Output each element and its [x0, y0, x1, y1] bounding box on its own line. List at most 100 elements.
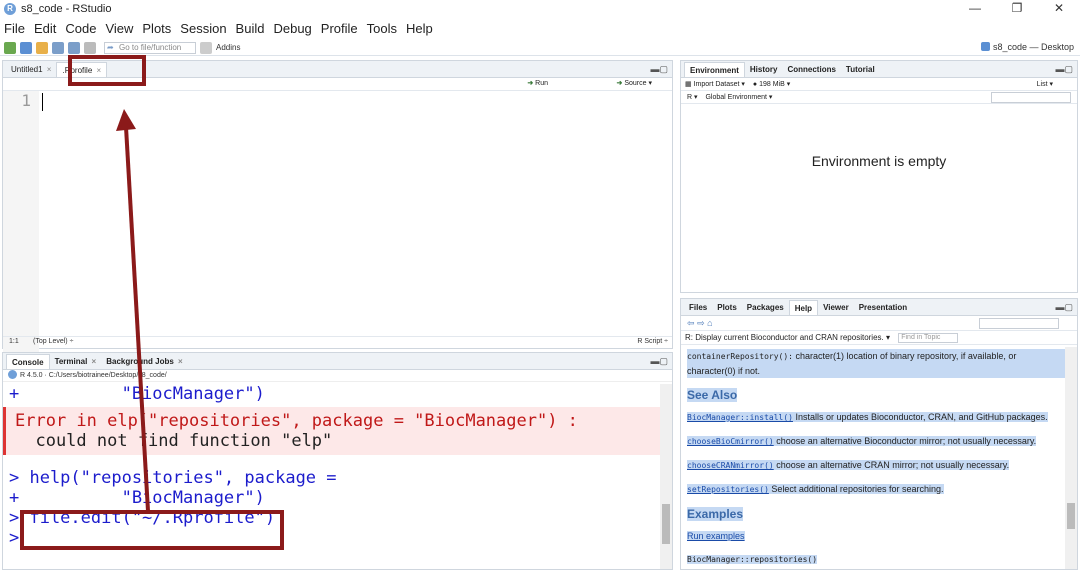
import-dataset-button[interactable]: ▦ Import Dataset ▾: [685, 81, 745, 88]
menu-edit[interactable]: Edit: [34, 21, 56, 36]
see-also-heading: See Also: [687, 388, 1065, 402]
close-icon[interactable]: ✕: [1038, 0, 1080, 17]
back-icon[interactable]: ⇦: [687, 318, 695, 328]
import-dataset-label: Import Dataset: [693, 81, 740, 88]
scrollbar-thumb[interactable]: [1067, 503, 1075, 529]
tab-console[interactable]: Console: [6, 354, 50, 369]
menu-profile[interactable]: Profile: [321, 21, 358, 36]
project-label: s8_code — Desktop: [992, 42, 1074, 52]
tab-plots[interactable]: Plots: [712, 300, 742, 315]
pane-minmax-icon[interactable]: ▬▢: [1055, 302, 1073, 313]
help-topic-title[interactable]: R: Display current Bioconductor and CRAN…: [685, 333, 884, 342]
scope-label: Global Environment: [705, 94, 767, 101]
scope-selector[interactable]: Global Environment ▾: [705, 94, 772, 101]
goto-file-input[interactable]: Go to file/function: [104, 41, 196, 54]
help-intro-code: containerRepository():: [687, 352, 793, 361]
workspace-panes-icon[interactable]: [200, 41, 212, 54]
save-icon[interactable]: [52, 41, 64, 54]
menu-session[interactable]: Session: [180, 21, 226, 36]
tab-help[interactable]: Help: [788, 300, 819, 315]
help-search-input[interactable]: [979, 318, 1059, 329]
list-view-button[interactable]: List ▾: [1037, 78, 1053, 91]
menu-debug[interactable]: Debug: [273, 21, 311, 36]
help-link[interactable]: chooseBioCmirror(): [687, 437, 774, 446]
language-selector[interactable]: R ▾: [687, 94, 698, 101]
help-link[interactable]: setRepositories(): [687, 485, 769, 494]
tab-environment[interactable]: Environment: [684, 62, 745, 77]
help-toolbar: ⇦ ⇨ ⌂: [681, 316, 1077, 331]
tab-terminal[interactable]: Terminal ×: [50, 354, 102, 369]
help-intro: containerRepository(): character(1) loca…: [687, 349, 1065, 378]
menu-plots[interactable]: Plots: [142, 21, 171, 36]
tab-files[interactable]: Files: [684, 300, 712, 315]
restore-icon[interactable]: ❐: [996, 0, 1038, 17]
tab-background-jobs[interactable]: Background Jobs ×: [101, 354, 187, 369]
menu-file[interactable]: File: [4, 21, 25, 36]
tab-packages[interactable]: Packages: [742, 300, 789, 315]
tab-untitled1-label: Untitled1: [11, 65, 43, 74]
home-icon[interactable]: ⌂: [707, 318, 712, 328]
tab-history[interactable]: History: [745, 62, 783, 77]
new-file-icon[interactable]: [4, 41, 16, 54]
tab-viewer[interactable]: Viewer: [818, 300, 854, 315]
cursor-position: 1:1: [9, 338, 19, 345]
scrollbar-thumb[interactable]: [662, 504, 670, 544]
run-button[interactable]: ➜ Run: [527, 79, 548, 87]
help-item-text: choose an alternative Bioconductor mirro…: [773, 436, 1037, 446]
project-icon: [980, 42, 990, 51]
help-link[interactable]: chooseCRANmirror(): [687, 461, 774, 470]
help-item-text: choose an alternative CRAN mirror; not u…: [773, 460, 1010, 470]
help-item-text: Installs or updates Bioconductor, CRAN, …: [792, 412, 1048, 422]
open-file-icon[interactable]: [36, 41, 48, 54]
console-scrollbar[interactable]: [660, 384, 672, 569]
help-list-item: BiocManager::repositories(): [687, 552, 1065, 567]
line-number: 1: [21, 91, 31, 110]
rstudio-logo-icon: R: [4, 2, 16, 15]
close-tab-icon[interactable]: ×: [176, 357, 183, 366]
tab-connections[interactable]: Connections: [782, 62, 840, 77]
console-line: + "BiocManager"): [9, 488, 265, 508]
highlight-box-rprofile-tab: [68, 55, 146, 86]
highlight-box-file-edit: [20, 510, 284, 550]
run-examples-link[interactable]: Run examples: [687, 531, 745, 541]
menu-code[interactable]: Code: [65, 21, 96, 36]
line-gutter: 1: [3, 91, 39, 394]
scope-selector[interactable]: (Top Level) ÷: [33, 338, 73, 345]
addins-menu[interactable]: Addins: [216, 43, 240, 52]
close-tab-icon[interactable]: ×: [89, 357, 97, 366]
minimize-icon[interactable]: —: [954, 0, 996, 17]
error-line: could not find function "elp": [15, 431, 333, 451]
console-tabs: Console Terminal × Background Jobs × ▬▢: [3, 353, 672, 370]
print-icon[interactable]: [84, 41, 96, 54]
memory-usage-label: 198 MiB: [759, 81, 785, 88]
tab-tutorial[interactable]: Tutorial: [841, 62, 880, 77]
help-link[interactable]: BiocManager::install(): [687, 413, 793, 422]
file-type-selector[interactable]: R Script ÷: [637, 338, 668, 345]
help-list-item: chooseCRANmirror() choose an alternative…: [687, 458, 1065, 473]
project-menu[interactable]: s8_code — Desktop: [980, 42, 1074, 52]
help-list-item: setRepositories() Select additional repo…: [687, 482, 1065, 497]
environment-search-input[interactable]: [991, 92, 1071, 103]
help-scrollbar[interactable]: [1065, 347, 1077, 569]
forward-icon[interactable]: ⇨: [697, 318, 705, 328]
pane-minmax-icon[interactable]: ▬▢: [1055, 64, 1073, 75]
pane-minmax-icon[interactable]: ▬▢: [650, 356, 668, 367]
tab-presentation[interactable]: Presentation: [854, 300, 912, 315]
close-tab-icon[interactable]: ×: [45, 65, 52, 74]
menu-help[interactable]: Help: [406, 21, 433, 36]
source-label: Source: [624, 80, 647, 87]
save-all-icon[interactable]: [68, 41, 80, 54]
menu-tools[interactable]: Tools: [367, 21, 397, 36]
tab-untitled1[interactable]: Untitled1 ×: [6, 62, 56, 77]
new-project-icon[interactable]: [20, 41, 32, 54]
menu-view[interactable]: View: [105, 21, 133, 36]
pane-minmax-icon[interactable]: ▬▢: [650, 64, 668, 75]
see-also-label: See Also: [687, 388, 738, 402]
help-topic-bar: R: Display current Bioconductor and CRAN…: [681, 331, 1077, 345]
source-button[interactable]: ➜ Source ▾: [617, 79, 652, 87]
source-status-bar: 1:1 (Top Level) ÷ R Script ÷: [3, 336, 672, 348]
find-in-topic-input[interactable]: Find in Topic: [898, 333, 959, 343]
menu-build[interactable]: Build: [236, 21, 265, 36]
memory-usage[interactable]: ● 198 MiB ▾: [753, 81, 790, 88]
examples-heading: Examples: [687, 507, 1065, 521]
